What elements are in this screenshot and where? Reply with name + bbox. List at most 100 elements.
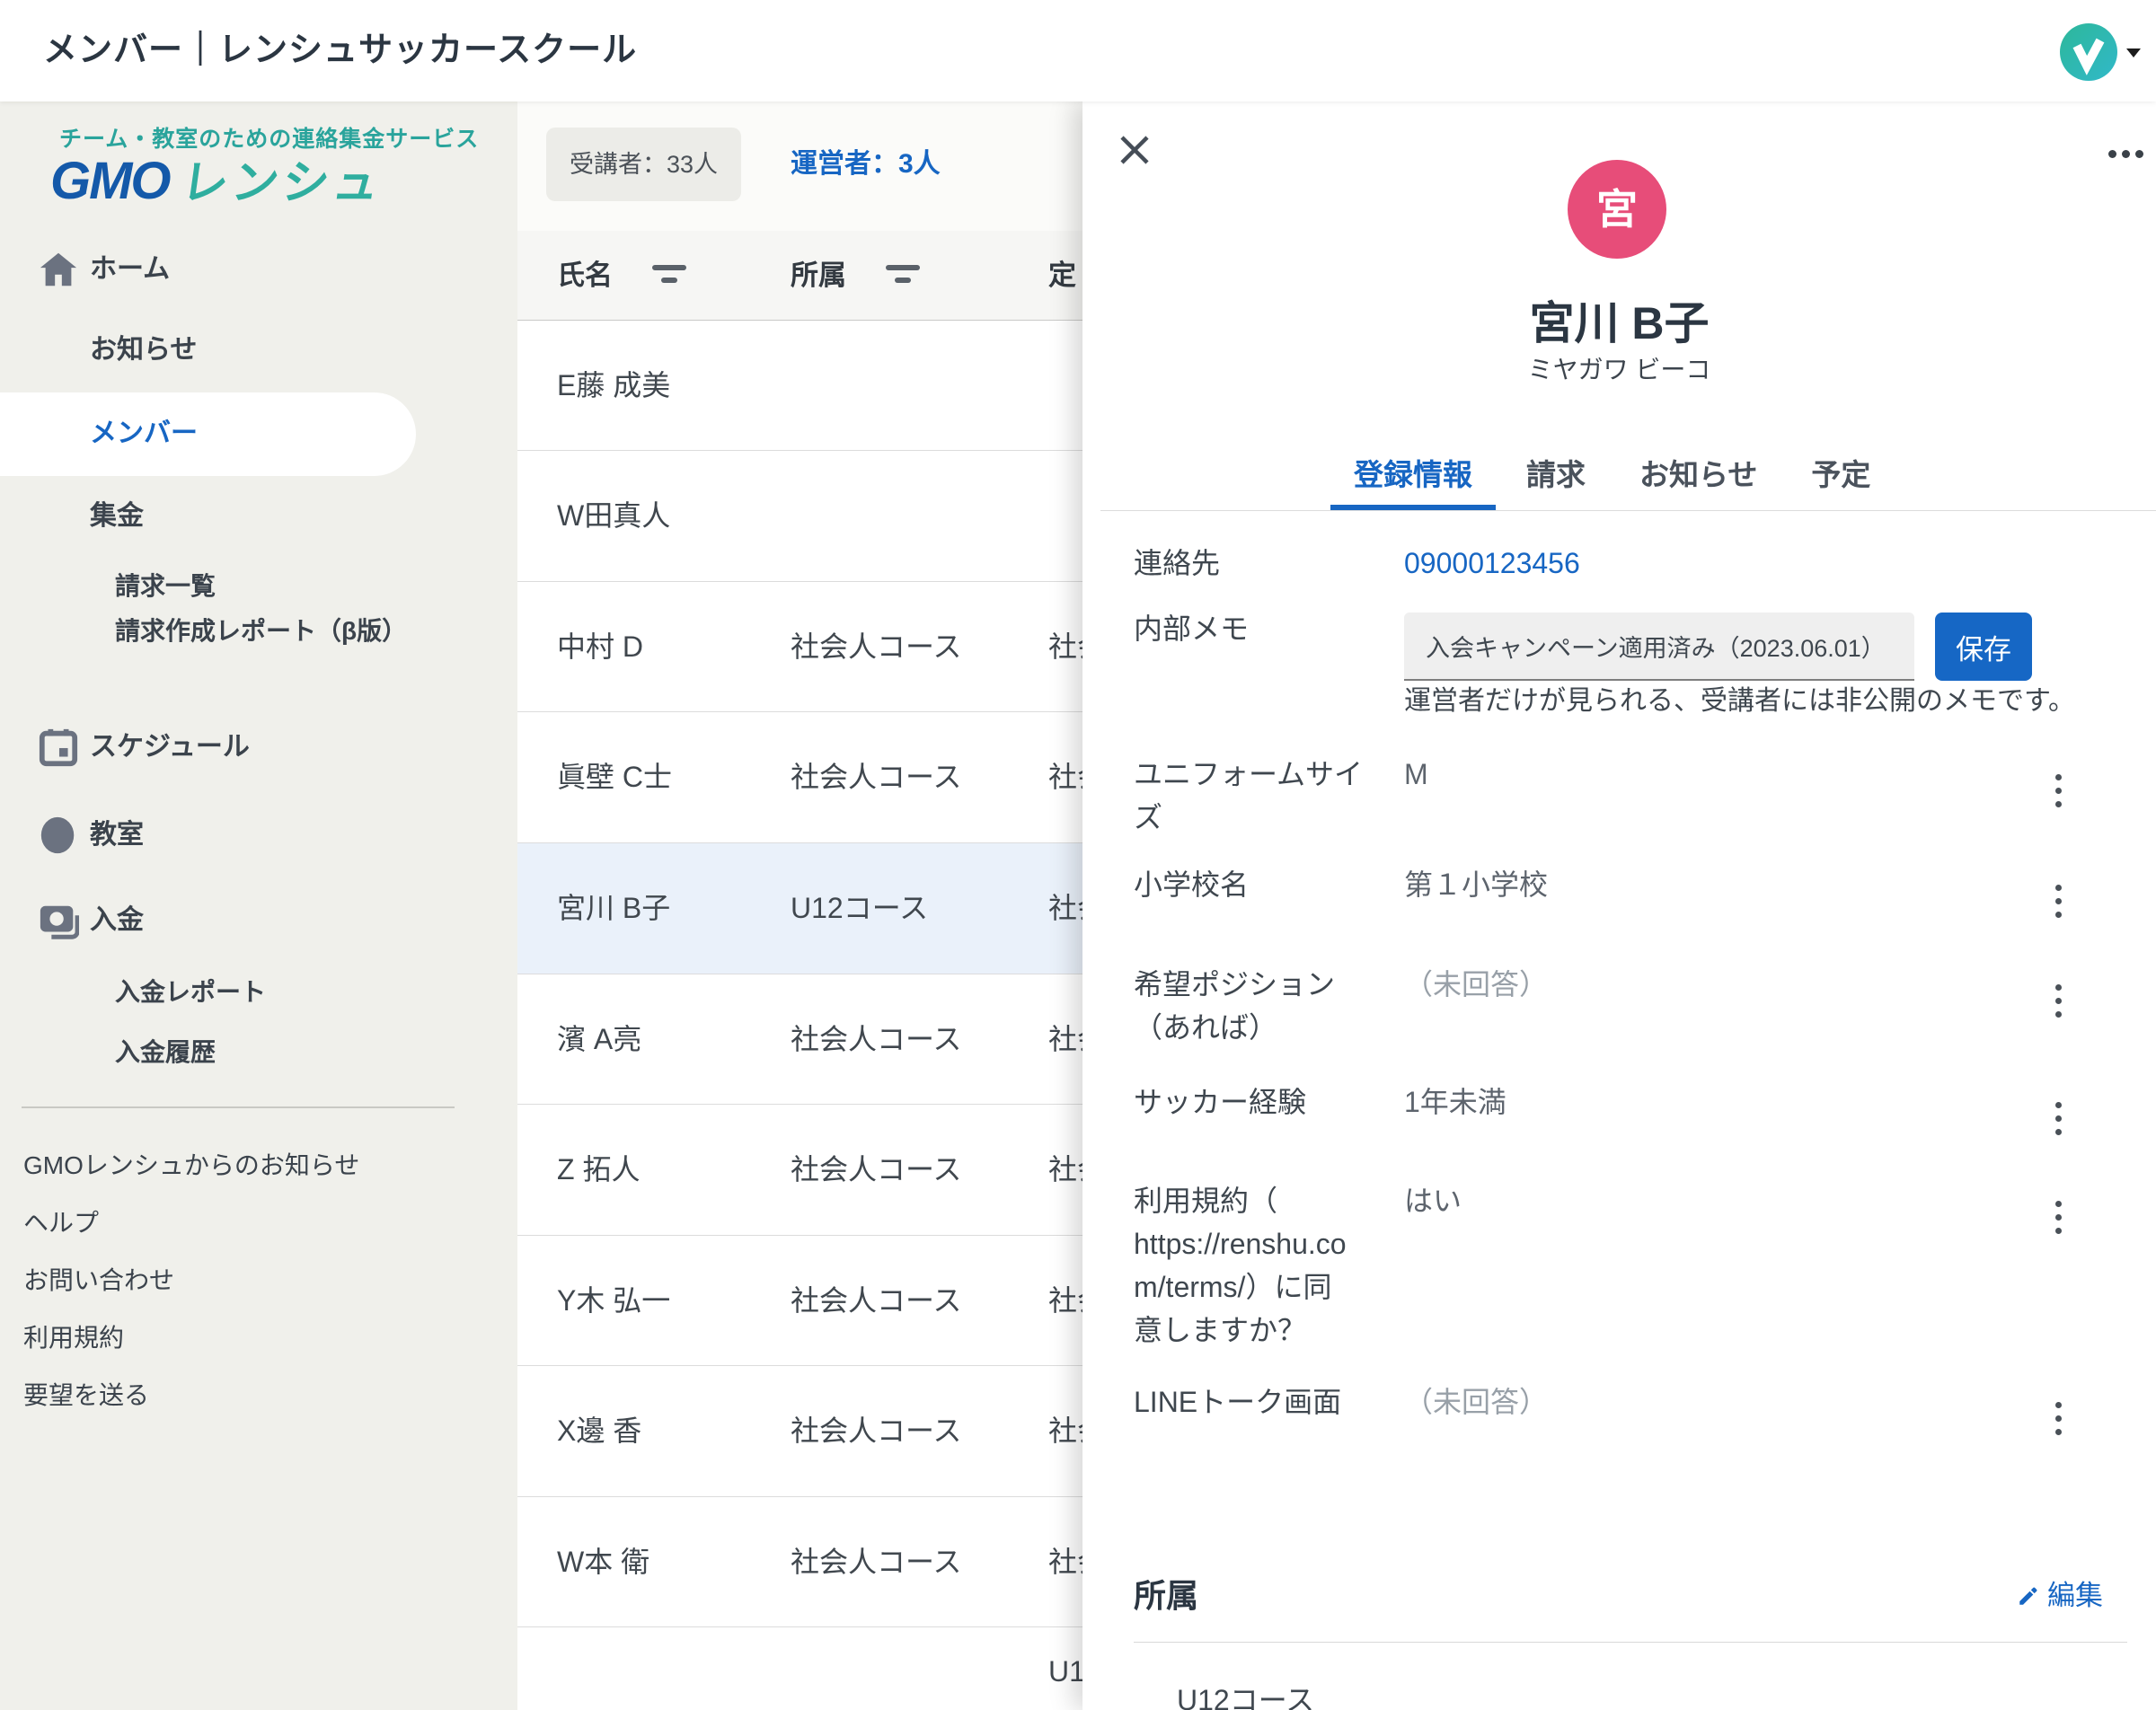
sidebar-item-label: お知らせ (90, 329, 197, 372)
member-name-cell: Z 拓人 (557, 1148, 640, 1191)
field-value-experience: 1年未満 (1404, 1080, 1507, 1124)
member-name-kana: ミヤガワ ビーコ (1082, 350, 2156, 386)
field-label-experience: サッカー経験 (1134, 1080, 1394, 1124)
member-avatar: 宮 (1568, 160, 1666, 259)
sidebar-link-help[interactable]: ヘルプ (23, 1202, 490, 1245)
sidebar-link-contact[interactable]: お問い合わせ (23, 1259, 490, 1302)
sidebar-item-label: 請求一覧 (115, 565, 216, 608)
sidebar-item-schedule[interactable]: スケジュール (0, 726, 517, 769)
section-divider (1134, 1642, 2127, 1643)
staff-count-link[interactable]: 運営者：3人 (791, 128, 941, 201)
sidebar-link-service-news[interactable]: GMOレンシュからのお知らせ (23, 1144, 490, 1187)
payment-icon (38, 900, 79, 941)
sidebar-item-label: 教室 (90, 814, 144, 857)
logo-renshu: レンシュ (177, 145, 388, 212)
field-value-line-talk: （未回答） (1404, 1380, 1548, 1424)
home-icon (38, 249, 79, 290)
member-affiliation-cell: 社会人コース (791, 1148, 961, 1191)
member-affiliation-cell: 社会人コース (791, 1018, 961, 1061)
kebab-menu-icon[interactable] (2051, 1102, 2065, 1138)
field-label-terms-agree: 利用規約（ https://renshu.co m/terms/）に同 意します… (1134, 1179, 1394, 1352)
edit-label: 編集 (2047, 1574, 2103, 1617)
column-header-name: 氏名 (557, 254, 613, 297)
tab-schedule[interactable]: 予定 (1788, 450, 1894, 510)
sidebar-link-feedback[interactable]: 要望を送る (23, 1374, 490, 1417)
chevron-down-icon (2126, 48, 2141, 57)
sidebar: チーム・教室のための連絡集金サービス GMOレンシュ ホーム お知らせ メンバー… (0, 101, 517, 1710)
drawer-tabs: 登録情報 請求 お知らせ 予定 (1330, 450, 1894, 510)
top-header: メンバー｜レンシュサッカースクール (0, 0, 2156, 101)
sidebar-item-invoice-report[interactable]: 請求作成レポート（β版） (0, 610, 517, 653)
member-name-cell: 濱 A亮 (557, 1018, 641, 1061)
sidebar-item-label: 入金レポート (115, 971, 266, 1014)
sidebar-item-classroom[interactable]: 教室 (0, 814, 517, 857)
member-affiliation-cell: 社会人コース (791, 1279, 961, 1322)
member-affiliation-cell: 社会人コース (791, 625, 961, 668)
tab-notices[interactable]: お知らせ (1616, 450, 1780, 510)
sidebar-link-terms[interactable]: 利用規約 (23, 1317, 490, 1360)
field-value-terms-agree: はい (1404, 1179, 1462, 1222)
memo-input[interactable] (1404, 613, 1914, 681)
sidebar-item-news[interactable]: お知らせ (0, 329, 517, 372)
tab-registration-info[interactable]: 登録情報 (1330, 450, 1496, 510)
sidebar-item-collection[interactable]: 集金 (0, 495, 517, 538)
member-name-cell: 眞壁 C士 (557, 755, 672, 798)
member-name-cell: W田真人 (557, 494, 670, 537)
app-root: メンバー｜レンシュサッカースクール チーム・教室のための連絡集金サービス GMO… (0, 0, 2156, 1710)
circle-icon (38, 815, 79, 856)
sidebar-item-deposit-history[interactable]: 入金履歴 (0, 1031, 517, 1074)
sidebar-item-label: 請求作成レポート（β版） (115, 610, 407, 653)
tabs-divider (1100, 510, 2156, 511)
account-menu-button[interactable] (2060, 23, 2150, 81)
edit-affiliation-button[interactable]: 編集 (2017, 1574, 2103, 1617)
calendar-icon (38, 727, 79, 768)
member-detail-drawer: 宮 宮川 B子 ミヤガワ ビーコ 登録情報 請求 お知らせ 予定 連絡先 090… (1082, 101, 2156, 1710)
member-name-cell: E藤 成美 (557, 364, 670, 407)
field-label-line-talk: LINEトーク画面 (1134, 1380, 1394, 1424)
sidebar-item-invoice-list[interactable]: 請求一覧 (0, 565, 517, 608)
more-options-icon[interactable] (2108, 145, 2152, 163)
filter-icon[interactable] (652, 265, 686, 285)
contact-phone-link[interactable]: 09000123456 (1404, 542, 1580, 585)
member-name: 宮川 B子 (1082, 287, 2156, 352)
filter-icon[interactable] (886, 265, 920, 285)
affiliation-section-title: 所属 (1134, 1574, 1198, 1617)
member-name-cell: X邊 香 (557, 1409, 641, 1452)
sidebar-item-deposit[interactable]: 入金 (0, 899, 517, 942)
kebab-menu-icon[interactable] (2051, 774, 2065, 810)
student-count-chip[interactable]: 受講者：33人 (546, 128, 741, 201)
field-label-school: 小学校名 (1134, 863, 1394, 906)
sidebar-item-deposit-report[interactable]: 入金レポート (0, 971, 517, 1014)
sidebar-item-members[interactable]: メンバー (0, 412, 517, 455)
brand-check-icon (2065, 29, 2112, 75)
pencil-icon (2017, 1584, 2040, 1608)
field-label-uniform-size: ユニフォームサイ ズ (1134, 753, 1394, 839)
sidebar-item-home[interactable]: ホーム (0, 248, 517, 291)
field-label-position: 希望ポジション （あれば） (1134, 963, 1394, 1049)
tab-billing[interactable]: 請求 (1503, 450, 1609, 510)
sidebar-item-label: スケジュール (90, 726, 250, 769)
kebab-menu-icon[interactable] (2051, 1201, 2065, 1237)
save-button[interactable]: 保存 (1935, 613, 2032, 681)
affiliation-item: U12コース (1177, 1679, 1314, 1710)
logo-gmo: GMO (50, 151, 170, 211)
kebab-menu-icon[interactable] (2051, 984, 2065, 1020)
sidebar-item-label: 集金 (90, 495, 144, 538)
kebab-menu-icon[interactable] (2051, 885, 2065, 921)
brand-logo[interactable]: GMOレンシュ (50, 145, 384, 204)
sidebar-item-label: 入金履歴 (115, 1031, 216, 1074)
sidebar-item-label: 入金 (90, 899, 144, 942)
contact-label: 連絡先 (1134, 542, 1394, 585)
member-affiliation-cell: 社会人コース (791, 1540, 961, 1583)
user-avatar (2060, 23, 2117, 81)
page-title: メンバー｜レンシュサッカースクール (43, 0, 637, 101)
sidebar-item-label: メンバー (90, 412, 198, 455)
member-name-cell: 宮川 B子 (557, 886, 670, 930)
member-name-cell: W本 衛 (557, 1540, 649, 1583)
member-affiliation-cell: U12コース (791, 886, 928, 930)
column-header-third: 定 (1048, 254, 1076, 297)
memo-helper-text: 運営者だけが見られる、受講者には非公開のメモです。 (1404, 680, 2141, 723)
close-icon[interactable] (1115, 130, 1154, 170)
field-value-school: 第１小学校 (1404, 863, 1548, 906)
kebab-menu-icon[interactable] (2051, 1402, 2065, 1438)
